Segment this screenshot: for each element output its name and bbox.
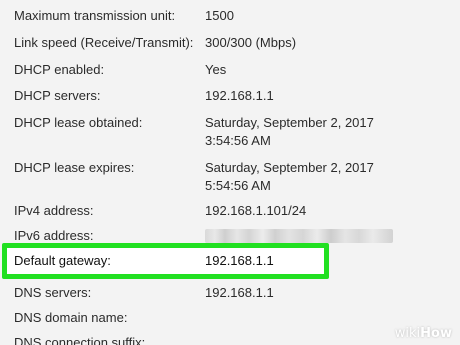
property-value: 192.168.1.1 <box>205 285 274 300</box>
property-label: DHCP lease obtained: <box>14 115 143 130</box>
property-value: 1500 <box>205 8 234 23</box>
property-value: 192.168.1.1 <box>205 88 274 103</box>
property-value-line: Saturday, September 2, 2017 <box>205 115 374 130</box>
property-value: Saturday, September 2, 2017 3:54:56 AM <box>205 114 374 150</box>
property-label: DNS servers: <box>14 285 92 300</box>
network-properties-panel: Maximum transmission unit: 1500 Link spe… <box>0 0 460 345</box>
property-label: Maximum transmission unit: <box>14 8 176 23</box>
property-value: 300/300 (Mbps) <box>205 35 297 50</box>
property-value: 192.168.1.1 <box>205 253 274 268</box>
property-value: Saturday, September 2, 2017 5:54:56 AM <box>205 159 374 195</box>
property-label: Default gateway: <box>14 253 111 268</box>
default-gateway-highlight: Default gateway: 192.168.1.1 <box>2 243 329 279</box>
property-value-line: 5:54:56 AM <box>205 178 271 193</box>
default-gateway-highlight-inner: Default gateway: 192.168.1.1 <box>7 248 324 274</box>
property-label: IPv4 address: <box>14 203 94 218</box>
property-value: 192.168.1.101/24 <box>205 203 307 218</box>
blurred-ipv6-value <box>205 229 393 243</box>
property-label: Link speed (Receive/Transmit): <box>14 35 194 50</box>
property-label: DHCP enabled: <box>14 62 105 77</box>
property-value-line: 3:54:56 AM <box>205 133 271 148</box>
wikihow-watermark: wikiHow <box>394 326 452 341</box>
property-label: DHCP lease expires: <box>14 160 135 175</box>
property-label: DHCP servers: <box>14 88 101 103</box>
property-label: DNS domain name: <box>14 310 128 325</box>
property-value: Yes <box>205 62 227 77</box>
property-value-line: Saturday, September 2, 2017 <box>205 160 374 175</box>
property-label: DNS connection suffix: <box>14 335 146 345</box>
